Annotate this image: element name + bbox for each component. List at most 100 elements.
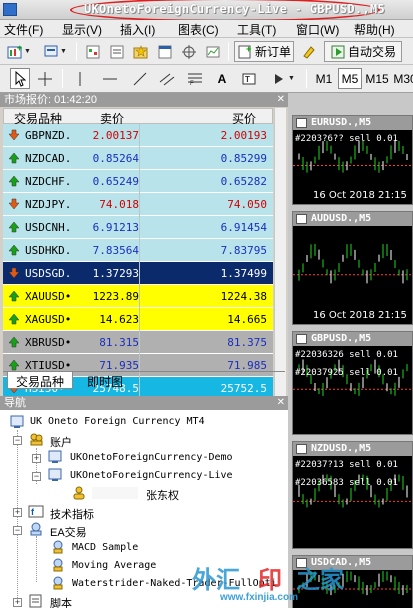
ask-price: 1224.38 xyxy=(220,290,267,303)
timeframe-m5-button[interactable]: M5 xyxy=(338,68,362,89)
chart-window[interactable]: AUDUSD.,M5 16 Oct 2018 21:15 xyxy=(292,211,413,325)
expand-icon[interactable]: + xyxy=(13,508,22,517)
menu-window[interactable]: 窗口(W) xyxy=(296,21,339,38)
scripts-icon xyxy=(29,594,42,608)
market-watch-button[interactable] xyxy=(82,41,104,62)
symbol-name: NZDCHF. xyxy=(25,175,72,188)
tab-symbols[interactable]: 交易品种 xyxy=(7,372,74,389)
new-order-label: 新订单 xyxy=(254,45,291,59)
account-number-masked xyxy=(92,487,138,499)
market-watch-row[interactable]: NZDCAD. 0.85264 0.85299 xyxy=(3,147,273,170)
horizontal-line-icon xyxy=(103,78,117,79)
price-chart xyxy=(293,359,412,396)
market-watch-row[interactable]: GBPNZD. 2.00137 2.00193 xyxy=(3,124,273,147)
arrows-button[interactable]: ▼ xyxy=(266,68,300,89)
bid-price: 0.85264 xyxy=(92,152,139,165)
market-watch-title-bar: 市场报价: 01:42:20 ✕ xyxy=(0,93,288,107)
profiles-button[interactable]: ▼ xyxy=(40,41,70,62)
expand-icon[interactable]: + xyxy=(13,598,22,607)
metaeditor-button[interactable] xyxy=(298,41,320,62)
market-watch-row[interactable]: USDCNH. 6.91213 6.91454 xyxy=(3,216,273,239)
collapse-icon[interactable]: − xyxy=(13,526,22,535)
crosshair-button[interactable] xyxy=(34,68,56,89)
market-watch-row[interactable]: XAUUSD• 1223.89 1224.38 xyxy=(3,285,273,308)
tester-icon xyxy=(206,46,220,57)
up-arrow-icon xyxy=(8,290,20,302)
menu-charts[interactable]: 图表(C) xyxy=(178,21,219,38)
account-demo[interactable]: UKOnetoForeignCurrency-Demo xyxy=(70,452,233,463)
navigator-title: 导航 xyxy=(4,397,26,409)
account-live[interactable]: UKOnetoForeignCurrency-Live xyxy=(70,470,233,481)
market-watch-panel: 市场报价: 01:42:20 ✕ 交易品种 卖价 买价 GBPNZD. 2.001… xyxy=(0,93,288,463)
strategy-tester-button[interactable] xyxy=(202,41,224,62)
up-arrow-icon xyxy=(8,359,20,371)
collapse-icon[interactable]: − xyxy=(32,472,41,481)
menu-help[interactable]: 帮助(H) xyxy=(354,21,395,38)
chart-window[interactable]: NZDUSD.,M5 #22037?13 sell 0.01 #22036583 s… xyxy=(292,441,413,549)
text-label-button[interactable]: T xyxy=(238,68,260,89)
text-button[interactable]: A xyxy=(212,68,232,89)
market-watch-row[interactable]: XAGUSD• 14.623 14.665 xyxy=(3,308,273,331)
market-watch-row[interactable]: NZDCHF. 0.65249 0.65282 xyxy=(3,170,273,193)
chart-window[interactable]: EURUSD.,M5 #2203?6?? sell 0.01 16 Oct 2018… xyxy=(292,115,413,205)
fibonacci-button[interactable]: F xyxy=(184,68,206,89)
trendline-button[interactable] xyxy=(130,68,150,89)
close-icon[interactable]: ✕ xyxy=(277,93,285,107)
close-icon[interactable]: ✕ xyxy=(277,396,285,410)
market-watch-header: 交易品种 卖价 买价 xyxy=(3,108,273,126)
ea-waterstrider[interactable]: Waterstrider-Naked-Trader-FullOpti xyxy=(72,578,277,589)
horizontal-line-button[interactable] xyxy=(100,68,120,89)
terminal-root-icon xyxy=(10,415,24,428)
crosshair-icon xyxy=(38,71,52,86)
expand-icon[interactable]: + xyxy=(32,454,41,463)
indicators-label[interactable]: 技术指标 xyxy=(50,506,94,522)
menu-insert[interactable]: 插入(I) xyxy=(120,21,155,38)
new-order-button[interactable]: + 新订单 xyxy=(234,41,294,62)
svg-text:F: F xyxy=(190,81,194,87)
navigator-button[interactable] xyxy=(130,41,152,62)
ea-macd-sample[interactable]: MACD Sample xyxy=(72,542,138,553)
market-watch-icon xyxy=(86,45,100,58)
timeframe-m30-button[interactable]: M30 xyxy=(392,68,413,89)
scripts-label[interactable]: 脚本 xyxy=(50,595,72,608)
menu-view[interactable]: 显示(V) xyxy=(62,21,102,38)
symbol-name: USDCNH. xyxy=(25,221,72,234)
timeframe-m1-button[interactable]: M1 xyxy=(312,68,336,89)
cursor-button[interactable] xyxy=(10,68,30,89)
ask-price: 2.00193 xyxy=(220,129,267,142)
vertical-line-button[interactable] xyxy=(70,68,90,89)
ask-price: 0.85299 xyxy=(220,152,267,165)
market-watch-row[interactable]: USDSGD. 1.37293 1.37499 xyxy=(3,262,273,285)
account-user[interactable]: 张东权 xyxy=(146,487,179,503)
profiles-icon xyxy=(44,45,58,56)
channel-button[interactable] xyxy=(156,68,178,89)
move-icon xyxy=(182,44,196,59)
accounts-label[interactable]: 账户 xyxy=(50,434,72,450)
app-icon xyxy=(3,3,17,16)
timeframe-m15-button[interactable]: M15 xyxy=(364,68,390,89)
tab-tick-chart[interactable]: 即时图 xyxy=(79,372,131,389)
collapse-icon[interactable]: − xyxy=(13,436,22,445)
expert-advisors-label[interactable]: EA交易 xyxy=(50,524,87,540)
market-watch-row[interactable]: NZDJPY. 74.018 74.050 xyxy=(3,193,273,216)
new-chart-button[interactable]: + ▼ xyxy=(4,41,34,62)
navigator-root[interactable]: UK Oneto Foreign Currency MT4 xyxy=(30,416,205,427)
chart-windows: EURUSD.,M5 #2203?6?? sell 0.01 16 Oct 2018… xyxy=(288,93,413,608)
chart-window[interactable]: GBPUSD.,M5 #22036326 sell 0.01 #22037925 s… xyxy=(292,331,413,435)
market-watch-row[interactable]: XBRUSD• 81.315 81.375 xyxy=(3,331,273,354)
title-bar: UKOnetoForeignCurrency-Live - GBPUSD.,M5 xyxy=(0,0,413,22)
market-watch-row[interactable]: USDHKD. 7.83564 7.83795 xyxy=(3,239,273,262)
auto-trading-icon xyxy=(331,45,345,58)
data-window-button[interactable] xyxy=(106,41,128,62)
menu-file[interactable]: 文件(F) xyxy=(4,21,43,38)
auto-trading-button[interactable]: 自动交易 xyxy=(324,41,402,62)
symbol-name: XAGUSD• xyxy=(25,313,72,326)
crosshair-move-button[interactable] xyxy=(178,41,200,62)
bid-price: 2.00137 xyxy=(92,129,139,142)
menu-tools[interactable]: 工具(T) xyxy=(237,21,276,38)
terminal-button[interactable] xyxy=(154,41,176,62)
market-watch-rows: GBPNZD. 2.00137 2.00193 NZDCAD. 0.85264 0.852… xyxy=(3,124,273,400)
cursor-icon xyxy=(15,70,26,87)
drawing-toolbar: F A T ▼ M1 M5 M15 M30 xyxy=(0,65,413,93)
ea-moving-average[interactable]: Moving Average xyxy=(72,560,156,571)
